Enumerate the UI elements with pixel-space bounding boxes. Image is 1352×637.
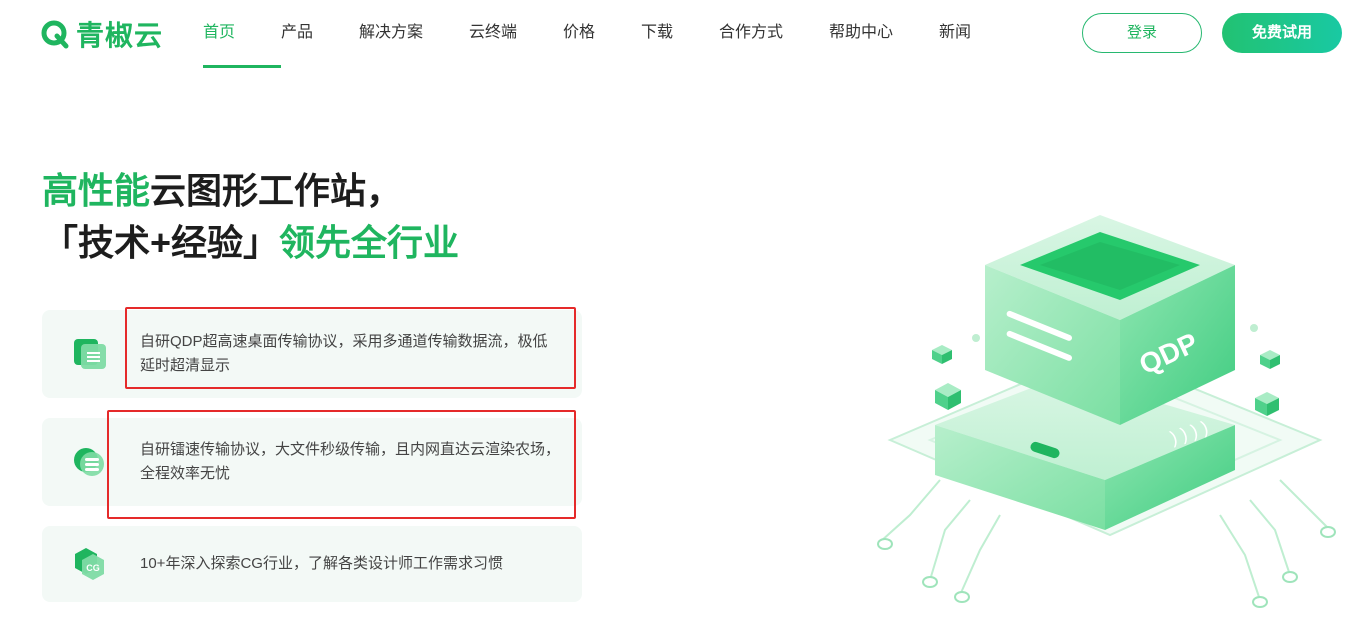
cg-hexagon-icon: CG [75,548,104,580]
nav-cloud-terminal[interactable]: 云终端 [469,0,563,68]
qdp-server-illustration: )))) QDP [877,215,1336,608]
feature-text-cg: 10+年深入探索CG行业，了解各类设计师工作需求习惯 [140,555,503,572]
hero-title-rest: 云图形工作站， [150,170,403,211]
hero-title-highlight: 高性能 [42,170,151,211]
nav-cooperation[interactable]: 合作方式 [719,0,829,68]
hero-title-line-2: 「技术+经验」领先全行业 [42,218,459,268]
login-button[interactable]: 登录 [1082,13,1202,53]
nav-products[interactable]: 产品 [281,0,359,68]
feature-card-qdp: 自研QDP超高速桌面传输协议，采用多通道传输数据流，极低延时超清显示 [42,310,582,398]
hero-title-line-1: 高性能云图形工作站， [42,166,402,216]
hero-subtitle-highlight: 领先全行业 [279,222,460,263]
site-header: 青椒云 首页 产品 解决方案 云终端 价格 下载 合作方式 帮助中心 新闻 登录… [0,0,1352,68]
nav-news[interactable]: 新闻 [939,0,999,68]
database-stack-icon [74,448,104,476]
feature-text-transfer: 自研镭速传输协议，大文件秒级传输，且内网直达云渲染农场，全程效率无忧 [140,441,561,482]
document-stack-icon [74,339,106,369]
nav-download[interactable]: 下载 [641,0,719,68]
logo-text: 青椒云 [76,20,164,51]
nav-solutions[interactable]: 解决方案 [359,0,469,68]
nav-pricing[interactable]: 价格 [563,0,641,68]
main-nav: 首页 产品 解决方案 云终端 价格 下载 合作方式 帮助中心 新闻 [203,0,999,68]
nav-home[interactable]: 首页 [203,0,281,68]
feature-text-qdp: 自研QDP超高速桌面传输协议，采用多通道传输数据流，极低延时超清显示 [140,333,548,374]
feature-card-cg: CG 10+年深入探索CG行业，了解各类设计师工作需求习惯 [42,526,582,602]
logo[interactable]: 青椒云 [40,14,163,54]
feature-card-transfer: 自研镭速传输协议，大文件秒级传输，且内网直达云渲染农场，全程效率无忧 [42,418,582,506]
hero-subtitle-dark: 「技术+经验」 [42,222,280,263]
svg-text:CG: CG [86,563,100,573]
nav-help-center[interactable]: 帮助中心 [829,0,939,68]
free-trial-button[interactable]: 免费试用 [1222,13,1342,53]
logo-q-icon [41,20,69,49]
